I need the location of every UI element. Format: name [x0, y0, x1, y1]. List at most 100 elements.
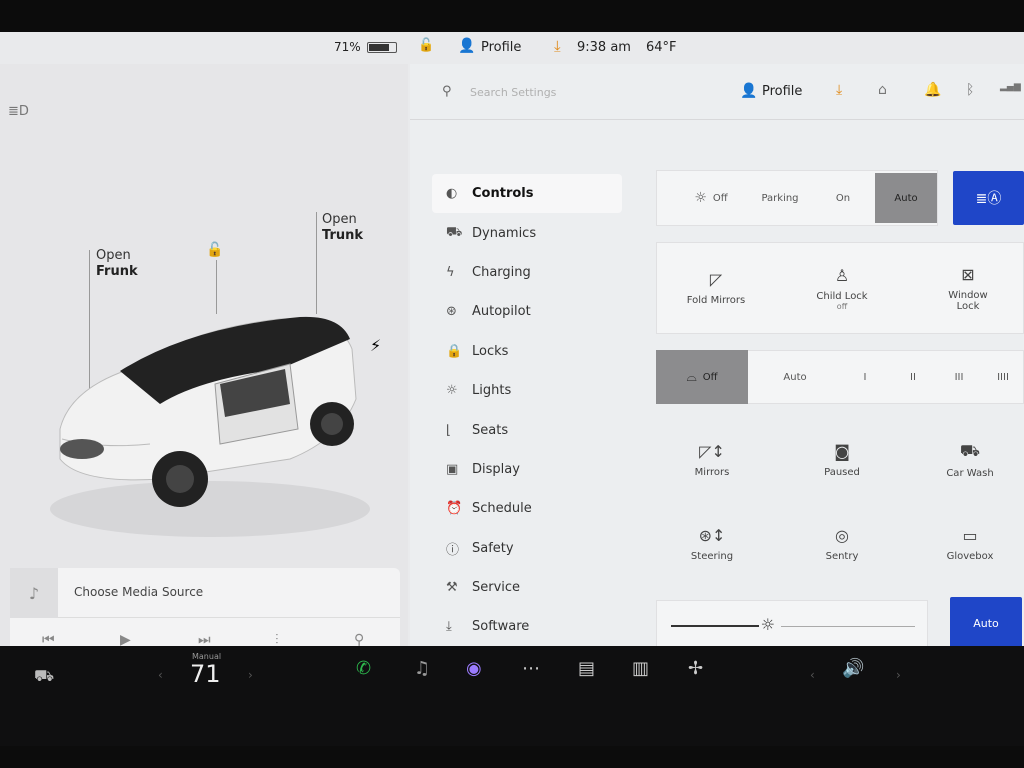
menu-item-locks[interactable]: 🔒 Locks [432, 332, 622, 371]
menu-item-software[interactable]: ⤓ Software [432, 607, 622, 646]
dashcam-button[interactable]: ◙ Paused [792, 420, 892, 500]
header-profile-label[interactable]: Profile [762, 84, 802, 99]
headlight-icon: ≣D [8, 104, 29, 119]
next-track-icon[interactable]: ⏭ [198, 632, 211, 646]
frunk-label: Frunk [96, 264, 138, 279]
sentry-button[interactable]: ◎ Sentry [792, 504, 892, 584]
auto-headlight-icon: ≣Ⓐ [975, 191, 1002, 207]
media-source-row[interactable]: ♪ Choose Media Source [10, 568, 400, 618]
menu-item-service[interactable]: ⚒ Service [432, 568, 622, 607]
menu-item-seats[interactable]: ⌊ Seats [432, 410, 622, 449]
steering-wheel-icon: ⊛ [446, 304, 457, 320]
menu-item-label: Locks [472, 343, 509, 359]
door-unlock-icon[interactable]: 🔓 [206, 242, 223, 258]
phone-icon[interactable]: ✆ [356, 658, 371, 679]
fold-mirrors-label: Fold Mirrors [686, 295, 746, 306]
menu-item-label: Seats [472, 422, 509, 438]
menu-item-charging[interactable]: ϟ Charging [432, 253, 622, 292]
open-trunk-button[interactable]: Open Trunk [322, 212, 363, 244]
previous-track-icon[interactable]: ⏮ [42, 632, 55, 646]
toybox-icon[interactable]: ▤ [578, 658, 595, 679]
more-apps-icon[interactable]: ⋯ [522, 658, 540, 679]
person-icon[interactable]: 👤 [458, 38, 475, 54]
child-lock-label: Child Lock [816, 290, 868, 302]
clock: 9:38 am [577, 40, 631, 55]
menu-item-label: Dynamics [472, 225, 537, 241]
brightness-slider-track [780, 626, 915, 627]
mirrors-label: Mirrors [694, 467, 730, 478]
wiper-speed-2-label: II [910, 371, 916, 383]
camera-app-icon[interactable]: ◉ [466, 658, 482, 679]
bluetooth-icon[interactable]: ᛒ [966, 82, 974, 98]
person-icon[interactable]: 👤 [740, 83, 757, 99]
volume-down-chevron-icon[interactable]: ‹ [810, 668, 815, 682]
download-icon[interactable]: ⤓ [836, 82, 842, 98]
wipers-off-label: Off [702, 371, 718, 383]
volume-up-chevron-icon[interactable]: › [896, 668, 901, 682]
menu-item-dynamics[interactable]: ⛟ Dynamics [432, 213, 622, 252]
settings-search-input[interactable] [470, 82, 650, 102]
brightness-auto-button[interactable]: Auto [950, 597, 1022, 646]
glovebox-button[interactable]: ▭ Glovebox [920, 504, 1020, 584]
bell-icon[interactable]: 🔔 [924, 82, 941, 98]
wipers-off-option[interactable]: ⌓ Off [656, 350, 748, 404]
media-search-icon[interactable]: ⚲ [354, 632, 364, 646]
unlock-icon[interactable]: 🔓 [418, 38, 434, 53]
temp-down-chevron-icon[interactable]: ‹ [158, 668, 163, 682]
brightness-slider[interactable]: ☼ [656, 600, 928, 646]
trunk-action: Open [322, 212, 357, 227]
auto-high-beam-button[interactable]: ≣Ⓐ [953, 171, 1024, 225]
search-icon: ⚲ [442, 84, 452, 99]
car-icon[interactable]: ⛟ [34, 666, 54, 687]
garage-icon[interactable]: ⌂ [878, 82, 887, 98]
lights-off-label: Off [712, 192, 728, 204]
profile-label[interactable]: Profile [481, 40, 521, 55]
menu-item-display[interactable]: ▣ Display [432, 450, 622, 489]
menu-item-label: Safety [472, 540, 514, 556]
window-lock-button[interactable]: ⊠ Window Lock [918, 244, 1018, 332]
menu-item-label: Display [472, 461, 520, 477]
car-wash-icon: ⛟ [959, 441, 981, 460]
fan-icon[interactable]: ✢ [688, 658, 703, 679]
menu-item-safety[interactable]: ⓘ Safety [432, 529, 622, 568]
trunk-label: Trunk [322, 228, 364, 243]
wiper-speed-3[interactable]: III [938, 350, 980, 404]
window-lock-icon: ⊠ [961, 264, 975, 284]
lights-auto-option[interactable]: Auto [875, 173, 937, 223]
lights-parking-option[interactable]: Parking [749, 171, 811, 225]
menu-item-lights[interactable]: ☼ Lights [432, 371, 622, 410]
download-icon[interactable]: ⤓ [554, 37, 561, 55]
lights-on-option[interactable]: On [813, 171, 873, 225]
mirrors-adjust-button[interactable]: ◸↕ Mirrors [662, 420, 762, 500]
window-lock-label-2: Lock [956, 300, 980, 312]
play-icon[interactable]: ▶ [120, 632, 131, 646]
rear-defrost-icon[interactable]: ▥ [632, 658, 649, 679]
menu-item-controls[interactable]: ◐ Controls [432, 174, 622, 214]
child-lock-button[interactable]: ♙ Child Lock off [792, 244, 892, 332]
temp-up-chevron-icon[interactable]: › [248, 668, 253, 682]
cabin-temperature[interactable]: 71 [190, 660, 221, 688]
wipers-auto-option[interactable]: Auto [752, 350, 838, 404]
wiper-speed-4[interactable]: IIII [982, 350, 1024, 404]
equalizer-icon[interactable]: ⫶ [275, 632, 279, 646]
fold-mirrors-button[interactable]: ◸ Fold Mirrors [666, 244, 766, 332]
car-wash-button[interactable]: ⛟ Car Wash [920, 420, 1020, 500]
steering-adjust-button[interactable]: ⊛↕ Steering [662, 504, 762, 584]
music-icon[interactable]: ♫ [414, 658, 430, 679]
sun-icon: ☼ [694, 190, 707, 206]
wiper-speed-1[interactable]: I [842, 350, 888, 404]
media-player: ♪ Choose Media Source ⏮ ▶ ⏭ ⫶ ⚲ [10, 568, 400, 646]
brightness-slider-fill [671, 625, 759, 627]
volume-icon[interactable]: 🔊 [842, 658, 864, 679]
menu-item-label: Lights [472, 383, 512, 399]
media-source-label[interactable]: Choose Media Source [74, 585, 203, 599]
wiper-speed-2[interactable]: II [890, 350, 936, 404]
menu-item-autopilot[interactable]: ⊛ Autopilot [432, 292, 622, 331]
trunk-leader-line [316, 212, 317, 314]
menu-item-schedule[interactable]: ⏰ Schedule [432, 489, 622, 528]
menu-item-label: Controls [472, 186, 534, 202]
lights-off-option[interactable]: ☼ Off [675, 171, 747, 225]
sentry-label: Sentry [825, 551, 859, 562]
open-frunk-button[interactable]: Open Frunk [96, 248, 138, 280]
brightness-sun-icon[interactable]: ☼ [761, 615, 775, 634]
